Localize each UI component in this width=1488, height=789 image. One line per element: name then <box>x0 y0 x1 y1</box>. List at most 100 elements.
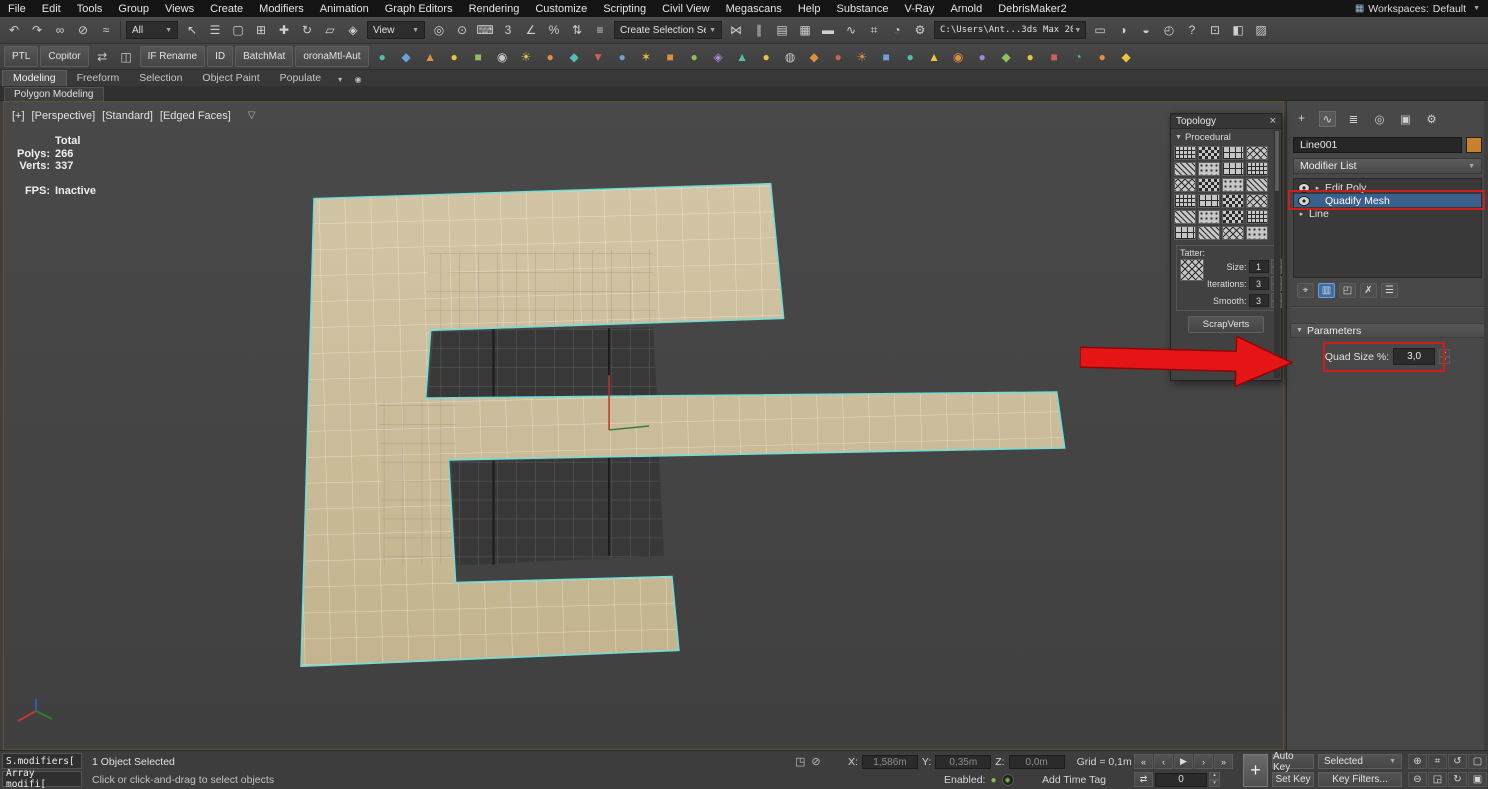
tab-polygon-modeling[interactable]: Polygon Modeling <box>4 87 104 101</box>
sphere-icon[interactable]: ● <box>371 46 394 67</box>
workspaces-selector[interactable]: ▦ Workspaces: Default ▼ <box>1355 3 1488 15</box>
topology-pattern-thumb[interactable] <box>1222 146 1244 160</box>
set-keys-button[interactable]: + <box>1243 754 1268 787</box>
snaps-toggle-3d-icon[interactable]: 3 <box>497 20 519 41</box>
topology-pattern-thumb[interactable] <box>1222 226 1244 240</box>
modifier-row-line[interactable]: ▸ Line <box>1294 207 1481 220</box>
viewport-label-segment[interactable]: [Edged Faces] <box>160 110 231 122</box>
isolate-selection-icon[interactable]: ◳ <box>795 755 805 768</box>
modifier-row-quadify-mesh[interactable]: Quadify Mesh <box>1294 194 1481 207</box>
spinner-arrows[interactable]: ▴▾ <box>1209 772 1220 787</box>
cone-icon[interactable]: ▼ <box>587 46 610 67</box>
unlink-selection-icon[interactable]: ⊘ <box>72 20 94 41</box>
lights-toggle-icon[interactable]: ▨ <box>1250 20 1272 41</box>
render-setup-icon[interactable]: ⚙ <box>909 20 931 41</box>
named-selection-sets-icon[interactable]: ≡ <box>589 20 611 41</box>
add-time-tag[interactable]: Add Time Tag <box>1042 774 1106 786</box>
next-frame-icon[interactable]: › <box>1194 754 1213 769</box>
set-key-button[interactable]: Set Key <box>1272 772 1314 787</box>
topology-pattern-thumb[interactable] <box>1222 210 1244 224</box>
topology-pattern-thumb[interactable] <box>1198 226 1220 240</box>
copitor-button[interactable]: Copitor <box>40 46 88 67</box>
parameters-rollout-header[interactable]: ▼ Parameters <box>1290 323 1485 338</box>
topology-pattern-thumb[interactable] <box>1198 146 1220 160</box>
modifier-list-dropdown[interactable]: Modifier List ▼ <box>1293 158 1482 174</box>
mini-listener-line1[interactable]: S.modifiers[ <box>2 753 82 769</box>
keyboard-shortcut-override-icon[interactable]: ⌨ <box>474 20 496 41</box>
menu-item[interactable]: DebrisMaker2 <box>990 2 1074 16</box>
zoom-extents-icon[interactable]: ⊖ <box>1408 772 1427 787</box>
menu-item[interactable]: Modifiers <box>251 2 312 16</box>
current-frame-field[interactable]: 0 <box>1155 773 1207 787</box>
topology-pattern-thumb[interactable] <box>1222 162 1244 176</box>
menu-item[interactable]: Graph Editors <box>377 2 461 16</box>
star-icon[interactable]: ✶ <box>635 46 658 67</box>
topology-pattern-thumb[interactable] <box>1246 210 1268 224</box>
menu-item[interactable]: Megascans <box>718 2 790 16</box>
hierarchy-tab[interactable]: ≣ <box>1345 111 1362 127</box>
ribbon-tab[interactable]: Freeform <box>67 71 130 86</box>
corona-mtl-button[interactable]: oronaMtl-Aut <box>295 46 368 67</box>
previous-frame-icon[interactable]: ‹ <box>1154 754 1173 769</box>
light-icon[interactable]: ● <box>1019 46 1042 67</box>
menu-item[interactable]: Views <box>157 2 202 16</box>
batchmat-button[interactable]: BatchMat <box>235 46 293 67</box>
close-icon[interactable]: × <box>1270 116 1276 126</box>
layer-explorer-icon[interactable]: ▦ <box>794 20 816 41</box>
topology-pattern-thumb[interactable] <box>1174 194 1196 208</box>
viewport-filter-icon[interactable]: ▽ <box>248 110 256 122</box>
window-crossing-toggle-icon[interactable]: ⊞ <box>250 20 272 41</box>
orbit-icon[interactable]: ↺ <box>1448 754 1467 769</box>
bind-to-space-warp-icon[interactable]: ≈ <box>95 20 117 41</box>
scrapverts-button[interactable]: ScrapVerts <box>1188 316 1264 333</box>
select-and-rotate-icon[interactable]: ↻ <box>296 20 318 41</box>
spinner-snap-icon[interactable]: ⇅ <box>566 20 588 41</box>
help-icon[interactable]: ? <box>1181 20 1203 41</box>
camera-icon[interactable]: ◉ <box>491 46 514 67</box>
isolate-icon[interactable]: ⊡ <box>1204 20 1226 41</box>
zoom-all-icon[interactable]: ⌗ <box>1428 754 1447 769</box>
menu-item[interactable]: Group <box>110 2 157 16</box>
topology-pattern-thumb[interactable] <box>1246 162 1268 176</box>
select-and-move-icon[interactable]: ✚ <box>273 20 295 41</box>
helper-icon[interactable]: ▲ <box>731 46 754 67</box>
configure-modifier-sets-icon[interactable]: ☰ <box>1381 283 1398 298</box>
topology-title-bar[interactable]: Topology × <box>1171 114 1281 129</box>
script-icon[interactable]: ■ <box>467 46 490 67</box>
menu-item[interactable]: Substance <box>828 2 896 16</box>
visibility-eye-icon[interactable] <box>1298 183 1310 193</box>
command-panel-scrollbar[interactable] <box>1484 101 1488 750</box>
display-tab[interactable]: ▣ <box>1397 111 1414 127</box>
select-and-manipulate-icon[interactable]: ⊙ <box>451 20 473 41</box>
menu-item[interactable]: Arnold <box>942 2 990 16</box>
script-icon[interactable]: ■ <box>659 46 682 67</box>
mirror-icon[interactable]: ⋈ <box>725 20 747 41</box>
teapot-icon[interactable]: ◉ <box>947 46 970 67</box>
topology-pattern-thumb[interactable] <box>1174 178 1196 192</box>
auto-key-button[interactable]: Auto Key <box>1272 754 1314 769</box>
loop-toggle-icon[interactable]: ⇄ <box>1134 772 1153 787</box>
viewport-label-segment[interactable]: [Standard] <box>102 110 153 122</box>
ptl-button[interactable]: PTL <box>4 46 38 67</box>
ribbon-minimize-icon[interactable]: ▾ <box>331 72 349 86</box>
id-button[interactable]: ID <box>207 46 233 67</box>
scene-canvas[interactable] <box>4 102 1283 749</box>
modifier-row-edit-poly[interactable]: ▸ Edit Poly <box>1294 181 1481 194</box>
motion-tab[interactable]: ◎ <box>1371 111 1388 127</box>
material-icon[interactable]: ◆ <box>395 46 418 67</box>
make-unique-icon[interactable]: ◰ <box>1339 283 1356 298</box>
topology-pattern-thumb[interactable] <box>1174 226 1196 240</box>
percent-snap-icon[interactable]: % <box>543 20 565 41</box>
tatter-pattern-thumb[interactable] <box>1180 259 1204 281</box>
topology-pattern-thumb[interactable] <box>1246 194 1268 208</box>
sun-icon[interactable]: ☀ <box>851 46 874 67</box>
ribbon-tab[interactable]: Object Paint <box>192 71 269 86</box>
mini-listener-line2[interactable]: Array modifi[ <box>2 771 82 787</box>
teapot-icon[interactable]: ● <box>1091 46 1114 67</box>
camera-icon[interactable]: ◍ <box>779 46 802 67</box>
topology-pattern-thumb[interactable] <box>1222 178 1244 192</box>
topology-pattern-thumb[interactable] <box>1174 146 1196 160</box>
topology-pattern-thumb[interactable] <box>1198 162 1220 176</box>
material-icon[interactable]: ◆ <box>995 46 1018 67</box>
ribbon-tab[interactable]: Selection <box>129 71 192 86</box>
